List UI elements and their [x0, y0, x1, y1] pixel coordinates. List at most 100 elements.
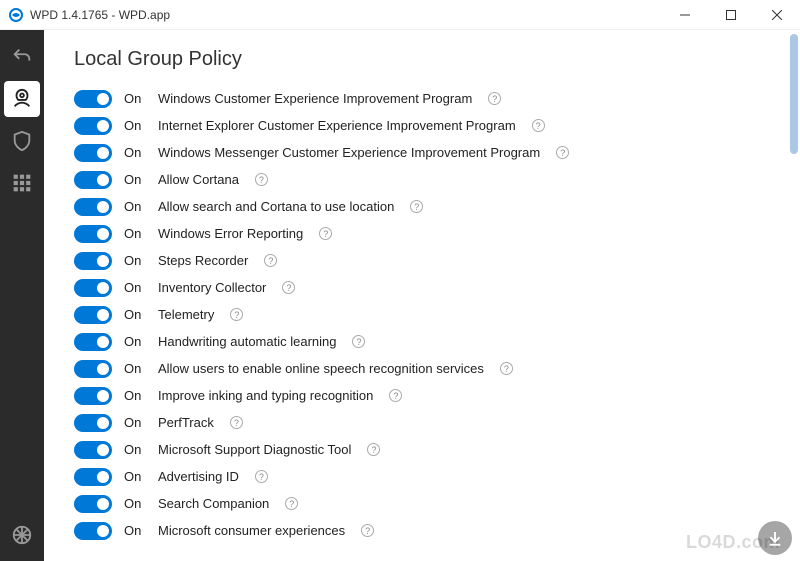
- toggle-switch[interactable]: [74, 414, 112, 432]
- titlebar: WPD 1.4.1765 - WPD.app: [0, 0, 800, 30]
- toggle-switch[interactable]: [74, 90, 112, 108]
- toggle-switch[interactable]: [74, 171, 112, 189]
- window-controls: [662, 0, 800, 30]
- policy-item: On Improve inking and typing recognition?: [74, 382, 770, 409]
- sidebar-privacy-icon[interactable]: [4, 81, 40, 117]
- toggle-state-label: On: [124, 415, 146, 430]
- help-icon[interactable]: ?: [361, 524, 374, 537]
- help-icon[interactable]: ?: [410, 200, 423, 213]
- sidebar: [0, 30, 44, 561]
- policy-item: On Inventory Collector?: [74, 274, 770, 301]
- window-title: WPD 1.4.1765 - WPD.app: [30, 8, 170, 22]
- toggle-switch[interactable]: [74, 198, 112, 216]
- toggle-switch[interactable]: [74, 360, 112, 378]
- app-icon: [8, 7, 24, 23]
- policy-item: On Search Companion?: [74, 490, 770, 517]
- policy-label: Windows Customer Experience Improvement …: [158, 91, 472, 106]
- policy-label: Allow users to enable online speech reco…: [158, 361, 484, 376]
- help-icon[interactable]: ?: [389, 389, 402, 402]
- toggle-state-label: On: [124, 226, 146, 241]
- toggle-switch[interactable]: [74, 144, 112, 162]
- sidebar-apps-icon[interactable]: [4, 165, 40, 201]
- close-button[interactable]: [754, 0, 800, 30]
- toggle-switch[interactable]: [74, 117, 112, 135]
- policy-label: Windows Error Reporting: [158, 226, 303, 241]
- toggle-switch[interactable]: [74, 306, 112, 324]
- policy-label: Steps Recorder: [158, 253, 248, 268]
- toggle-state-label: On: [124, 442, 146, 457]
- body-area: Local Group Policy OnWindows Customer Ex…: [0, 30, 800, 561]
- sidebar-shield-icon[interactable]: [4, 123, 40, 159]
- toggle-state-label: On: [124, 523, 146, 538]
- help-icon[interactable]: ?: [556, 146, 569, 159]
- toggle-state-label: On: [124, 253, 146, 268]
- toggle-state-label: On: [124, 469, 146, 484]
- policy-label: Improve inking and typing recognition: [158, 388, 373, 403]
- help-icon[interactable]: ?: [285, 497, 298, 510]
- help-icon[interactable]: ?: [255, 470, 268, 483]
- toggle-state-label: On: [124, 388, 146, 403]
- toggle-state-label: On: [124, 91, 146, 106]
- sidebar-about-icon[interactable]: [4, 517, 40, 553]
- policy-list: On Windows Customer Experience Improvemen…: [74, 85, 770, 544]
- help-icon[interactable]: ?: [264, 254, 277, 267]
- policy-label: Handwriting automatic learning: [158, 334, 336, 349]
- policy-label: Internet Explorer Customer Experience Im…: [158, 118, 516, 133]
- policy-item: On Microsoft Support Diagnostic Tool?: [74, 436, 770, 463]
- toggle-switch[interactable]: [74, 225, 112, 243]
- policy-label: Microsoft consumer experiences: [158, 523, 345, 538]
- policy-item: On PerfTrack?: [74, 409, 770, 436]
- toggle-switch[interactable]: [74, 522, 112, 540]
- toggle-switch[interactable]: [74, 495, 112, 513]
- help-icon[interactable]: ?: [230, 308, 243, 321]
- help-icon[interactable]: ?: [255, 173, 268, 186]
- policy-item: On Allow users to enable online speech re…: [74, 355, 770, 382]
- toggle-switch[interactable]: [74, 387, 112, 405]
- policy-item: On Allow Cortana?: [74, 166, 770, 193]
- policy-item: On Internet Explorer Customer Experience …: [74, 112, 770, 139]
- policy-item: On Handwriting automatic learning?: [74, 328, 770, 355]
- toggle-switch[interactable]: [74, 279, 112, 297]
- titlebar-left: WPD 1.4.1765 - WPD.app: [8, 7, 170, 23]
- toggle-state-label: On: [124, 496, 146, 511]
- help-icon[interactable]: ?: [282, 281, 295, 294]
- help-icon[interactable]: ?: [352, 335, 365, 348]
- policy-label: Windows Messenger Customer Experience Im…: [158, 145, 540, 160]
- toggle-switch[interactable]: [74, 333, 112, 351]
- policy-label: Advertising ID: [158, 469, 239, 484]
- policy-item: On Windows Error Reporting?: [74, 220, 770, 247]
- policy-label: PerfTrack: [158, 415, 214, 430]
- toggle-state-label: On: [124, 280, 146, 295]
- maximize-button[interactable]: [708, 0, 754, 30]
- toggle-state-label: On: [124, 334, 146, 349]
- toggle-state-label: On: [124, 172, 146, 187]
- policy-label: Inventory Collector: [158, 280, 266, 295]
- help-icon[interactable]: ?: [367, 443, 380, 456]
- policy-label: Microsoft Support Diagnostic Tool: [158, 442, 351, 457]
- sidebar-back-icon[interactable]: [4, 39, 40, 75]
- policy-item: On Windows Customer Experience Improvemen…: [74, 85, 770, 112]
- content-area: Local Group Policy OnWindows Customer Ex…: [44, 30, 800, 561]
- toggle-switch[interactable]: [74, 441, 112, 459]
- toggle-state-label: On: [124, 145, 146, 160]
- policy-label: Search Companion: [158, 496, 269, 511]
- toggle-state-label: On: [124, 118, 146, 133]
- help-icon[interactable]: ?: [488, 92, 501, 105]
- policy-label: Allow search and Cortana to use location: [158, 199, 394, 214]
- policy-item: On Allow search and Cortana to use locati…: [74, 193, 770, 220]
- policy-item: On Advertising ID?: [74, 463, 770, 490]
- toggle-state-label: On: [124, 199, 146, 214]
- minimize-button[interactable]: [662, 0, 708, 30]
- scroll-inner: Local Group Policy OnWindows Customer Ex…: [44, 30, 800, 554]
- policy-item: On Microsoft consumer experiences?: [74, 517, 770, 544]
- policy-item: On Windows Messenger Customer Experience …: [74, 139, 770, 166]
- scrollbar-thumb[interactable]: [790, 34, 798, 154]
- help-icon[interactable]: ?: [230, 416, 243, 429]
- toggle-switch[interactable]: [74, 252, 112, 270]
- policy-label: Allow Cortana: [158, 172, 239, 187]
- help-icon[interactable]: ?: [532, 119, 545, 132]
- help-icon[interactable]: ?: [319, 227, 332, 240]
- toggle-switch[interactable]: [74, 468, 112, 486]
- toggle-state-label: On: [124, 361, 146, 376]
- help-icon[interactable]: ?: [500, 362, 513, 375]
